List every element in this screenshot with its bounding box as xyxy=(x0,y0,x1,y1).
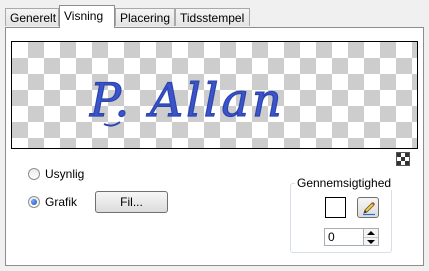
radio-usynlig-label: Usynlig xyxy=(45,167,85,181)
transparency-spinner[interactable] xyxy=(364,228,379,246)
transparency-title: Gennemsigtighed xyxy=(295,176,394,190)
spin-down-icon[interactable] xyxy=(364,237,378,246)
radio-usynlig[interactable]: Usynlig xyxy=(28,167,84,181)
pencil-icon xyxy=(363,202,375,216)
file-button[interactable]: Fil... xyxy=(95,191,168,213)
tab-generelt[interactable]: Generelt xyxy=(5,8,59,26)
radio-circle-checked[interactable] xyxy=(28,196,40,208)
checkerboard-toggle-icon[interactable] xyxy=(396,152,410,166)
tab-placering[interactable]: Placering xyxy=(115,8,175,26)
tab-tidsstempel[interactable]: Tidsstempel xyxy=(175,8,250,26)
transparency-input[interactable] xyxy=(324,228,364,246)
signature-text: P. Allan xyxy=(89,73,285,127)
spin-up-icon[interactable] xyxy=(364,229,378,237)
signature-image: P. Allan xyxy=(88,72,285,127)
color-picker-button[interactable] xyxy=(357,197,379,218)
radio-circle[interactable] xyxy=(28,168,40,180)
transparency-color-swatch[interactable] xyxy=(325,197,346,218)
radio-grafik[interactable]: Grafik xyxy=(28,195,77,209)
tab-visning[interactable]: Visning xyxy=(59,5,115,28)
radio-grafik-label: Grafik xyxy=(45,195,78,209)
signature-preview: P. Allan xyxy=(11,41,418,149)
